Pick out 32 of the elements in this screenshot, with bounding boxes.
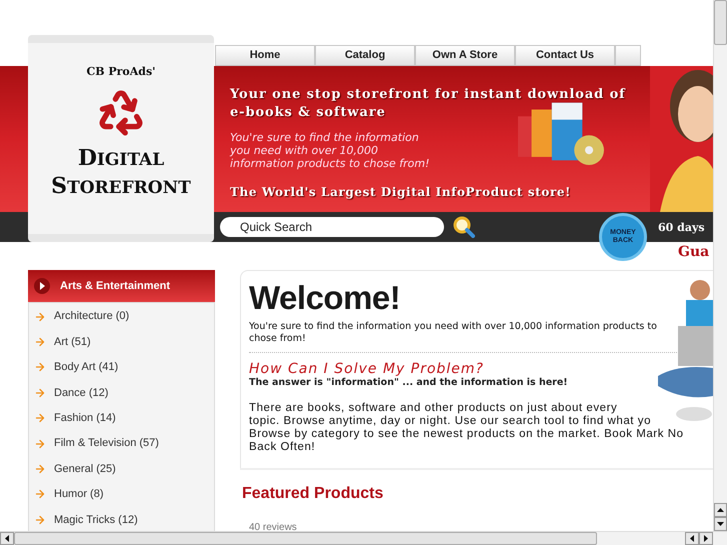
body-text-line: There are books, software and other products on just about every — [249, 402, 618, 415]
logo-title: STOREFRONT — [51, 172, 191, 200]
body-text-line: Browse by category to see the newest products on the market. Book Mark No — [249, 428, 684, 441]
category-link[interactable]: Fashion (14) — [54, 410, 116, 426]
category-link[interactable]: Film & Television (57) — [54, 435, 159, 452]
featured-title: Featured Products — [242, 484, 384, 504]
banner-tagline: The World's Largest Digital InfoProduct store! — [230, 184, 572, 201]
sidebar-title: Arts & Entertainment — [60, 278, 170, 294]
logo-title: DIGITAL — [78, 144, 164, 172]
welcome-title: Welcome! — [249, 279, 402, 317]
category-link[interactable]: Body Art (41) — [54, 359, 118, 376]
welcome-intro: You're sure to find the information you need with over 10,000 information products to chose from! — [249, 321, 658, 345]
body-text-line: Back Often! — [249, 441, 316, 454]
search-field[interactable]: Quick Search — [220, 217, 444, 237]
nav-tab[interactable]: Home — [215, 45, 315, 66]
nav-tab[interactable]: Catalog — [315, 45, 415, 66]
category-link[interactable]: Art (51) — [54, 334, 91, 350]
banner-subtext: You're sure to find the information you need with over 10,000 information products to chose from! — [230, 131, 430, 170]
category-link[interactable]: Architecture (0) — [54, 308, 130, 325]
banner-headline: Your one stop storefront for instant download of e-books & software — [230, 86, 627, 122]
category-link[interactable]: General (25) — [54, 460, 116, 478]
reviews-count: 40 reviews — [249, 521, 298, 531]
nav-tab[interactable]: Own A Store — [415, 45, 515, 66]
section-subheading: The answer is "information" ... and the information is here! — [249, 377, 569, 389]
section-heading: How Can I Solve My Problem? — [249, 361, 485, 377]
days-label: 60 days — [658, 220, 705, 236]
category-link[interactable]: Humor (8) — [54, 486, 104, 503]
body-text-line: topic. Browse anytime, day or night. Use our search tool to find what yo — [249, 415, 652, 428]
category-link[interactable]: Magic Tricks (12) — [54, 512, 138, 528]
category-link[interactable]: Dance (12) — [54, 384, 108, 402]
logo-brand: CB ProAds' — [86, 64, 156, 80]
guarantee-label: Gua — [678, 243, 710, 262]
